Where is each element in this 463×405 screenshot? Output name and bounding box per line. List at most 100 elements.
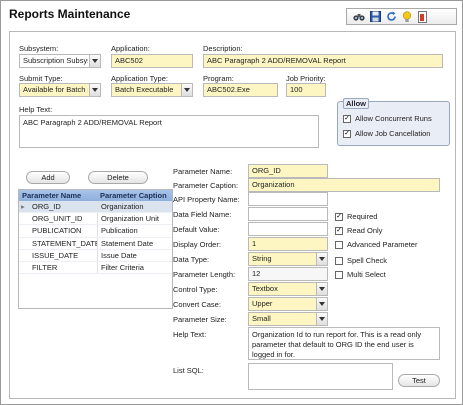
parameters-grid: Parameter Name Parameter Caption ▸ ORG_I… (18, 189, 173, 309)
subsystem-label: Subsystem: (19, 44, 59, 53)
param-length-field[interactable]: 12 (248, 267, 328, 281)
reports-maintenance-window: Reports Maintenance Subsystem: Subscript… (0, 0, 463, 405)
chevron-down-icon[interactable] (316, 313, 327, 325)
subsystem-select[interactable]: Subscription Subsyst (19, 54, 101, 68)
application-label: Application: (111, 44, 150, 53)
param-caption-cell: Organization (101, 202, 144, 211)
param-help-field[interactable]: Organization Id to run report for. This … (248, 327, 440, 360)
grid-header: Parameter Name Parameter Caption (19, 190, 172, 201)
param-caption-cell: Issue Date (101, 250, 137, 260)
display-order-label: Display Order: (173, 240, 221, 249)
param-caption-cell: Filter Criteria (101, 262, 144, 272)
param-help-label: Help Text: (173, 330, 207, 339)
chevron-down-icon[interactable] (316, 283, 327, 295)
test-button[interactable]: Test (398, 374, 440, 387)
list-sql-field[interactable] (248, 363, 393, 390)
api-property-field[interactable] (248, 192, 328, 206)
table-row[interactable]: FILTER Filter Criteria (19, 261, 172, 275)
advanced-label: Advanced Parameter (347, 240, 418, 249)
param-name-cell: FILTER (29, 261, 98, 274)
required-label: Required (347, 212, 378, 221)
param-name-field[interactable]: ORG_ID (248, 164, 328, 178)
allow-cancel-row[interactable]: ✓ Allow Job Cancellation (343, 129, 430, 138)
delete-parameter-button[interactable]: Delete (88, 171, 148, 184)
data-type-value: String (252, 254, 272, 263)
exit-icon[interactable] (417, 10, 429, 23)
add-parameter-button[interactable]: Add (26, 171, 70, 184)
table-row[interactable]: PUBLICATION Publication (19, 225, 172, 238)
read-only-label: Read Only (347, 226, 383, 235)
param-caption-cell: Statement Date (101, 238, 154, 248)
row-selector-icon: ▸ (21, 202, 25, 211)
param-name-cell: ORG_UNIT_ID (29, 213, 98, 225)
data-type-select[interactable]: String (248, 252, 328, 266)
table-row[interactable]: STATEMENT_DATE Statement Date (19, 237, 172, 250)
control-type-value: Textbox (252, 284, 278, 293)
chevron-down-icon[interactable] (89, 55, 100, 67)
param-length-label: Parameter Length: (173, 270, 236, 279)
help-text-field[interactable]: ABC Paragraph 2 ADD/REMOVAL Report (19, 115, 319, 148)
convert-case-value: Upper (252, 299, 273, 308)
required-checkbox[interactable]: ✓ (335, 212, 343, 221)
multi-select-row[interactable]: Multi Select (335, 270, 386, 279)
param-caption-field[interactable]: Organization (248, 178, 440, 192)
col-header-name[interactable]: Parameter Name (19, 190, 97, 201)
api-property-label: API Property Name: (173, 195, 240, 204)
binoculars-icon[interactable] (353, 11, 365, 23)
spell-check-checkbox[interactable] (335, 256, 343, 265)
description-label: Description: (203, 44, 243, 53)
read-only-checkbox[interactable]: ✓ (335, 226, 343, 235)
refresh-icon[interactable] (385, 11, 397, 23)
table-row[interactable]: ▸ ORG_ID Organization (19, 201, 172, 214)
program-field[interactable]: ABC502.Exe (203, 83, 278, 97)
lightbulb-icon[interactable] (401, 10, 413, 23)
allow-concurrent-row[interactable]: ✓ Allow Concurrent Runs (343, 114, 432, 123)
default-value-label: Default Value: (173, 225, 220, 234)
spell-check-label: Spell Check (347, 256, 388, 265)
param-size-select[interactable]: Small (248, 312, 328, 326)
application-field[interactable]: ABC502 (111, 54, 193, 68)
save-icon[interactable] (369, 11, 381, 23)
param-name-cell: PUBLICATION (29, 225, 98, 237)
main-panel: Subsystem: Subscription Subsyst Applicat… (9, 31, 456, 399)
convert-case-select[interactable]: Upper (248, 297, 328, 311)
job-priority-label: Job Priority: (286, 74, 326, 83)
submit-type-select[interactable]: Available for Batch s (19, 83, 101, 97)
data-field-label: Data Field Name: (173, 210, 232, 219)
display-order-field[interactable]: 1 (248, 237, 328, 251)
submit-type-value: Available for Batch s (23, 85, 88, 94)
table-row[interactable]: ISSUE_DATE Issue Date (19, 249, 172, 262)
param-name-cell: STATEMENT_DATE (29, 237, 98, 249)
chevron-down-icon[interactable] (316, 253, 327, 265)
advanced-row[interactable]: Advanced Parameter (335, 240, 417, 249)
chevron-down-icon[interactable] (89, 84, 100, 96)
data-field-field[interactable] (248, 207, 328, 221)
multi-select-checkbox[interactable] (335, 270, 343, 279)
convert-case-label: Convert Case: (173, 300, 221, 309)
param-size-label: Parameter Size: (173, 315, 227, 324)
app-type-label: Application Type: (111, 74, 168, 83)
param-size-value: Small (252, 314, 271, 323)
program-label: Program: (203, 74, 234, 83)
list-sql-label: List SQL: (173, 366, 204, 375)
allow-cancel-checkbox[interactable]: ✓ (343, 129, 351, 138)
param-name-cell: ORG_ID (29, 201, 98, 213)
table-row[interactable]: ORG_UNIT_ID Organization Unit (19, 213, 172, 226)
param-caption-cell: Publication (101, 226, 138, 236)
spell-check-row[interactable]: Spell Check (335, 256, 387, 265)
allow-concurrent-checkbox[interactable]: ✓ (343, 114, 351, 123)
chevron-down-icon[interactable] (316, 298, 327, 310)
app-type-select[interactable]: Batch Executable (111, 83, 193, 97)
col-header-caption[interactable]: Parameter Caption (97, 190, 172, 201)
read-only-row[interactable]: ✓ Read Only (335, 226, 382, 235)
advanced-checkbox[interactable] (335, 240, 343, 249)
default-value-field[interactable] (248, 222, 328, 236)
data-type-label: Data Type: (173, 255, 210, 264)
required-row[interactable]: ✓ Required (335, 212, 377, 221)
control-type-select[interactable]: Textbox (248, 282, 328, 296)
description-field[interactable]: ABC Paragraph 2 ADD/REMOVAL Report (203, 54, 443, 68)
job-priority-field[interactable]: 100 (286, 83, 326, 97)
allow-group-title: Allow (343, 98, 369, 109)
chevron-down-icon[interactable] (181, 84, 192, 96)
control-type-label: Control Type: (173, 285, 218, 294)
